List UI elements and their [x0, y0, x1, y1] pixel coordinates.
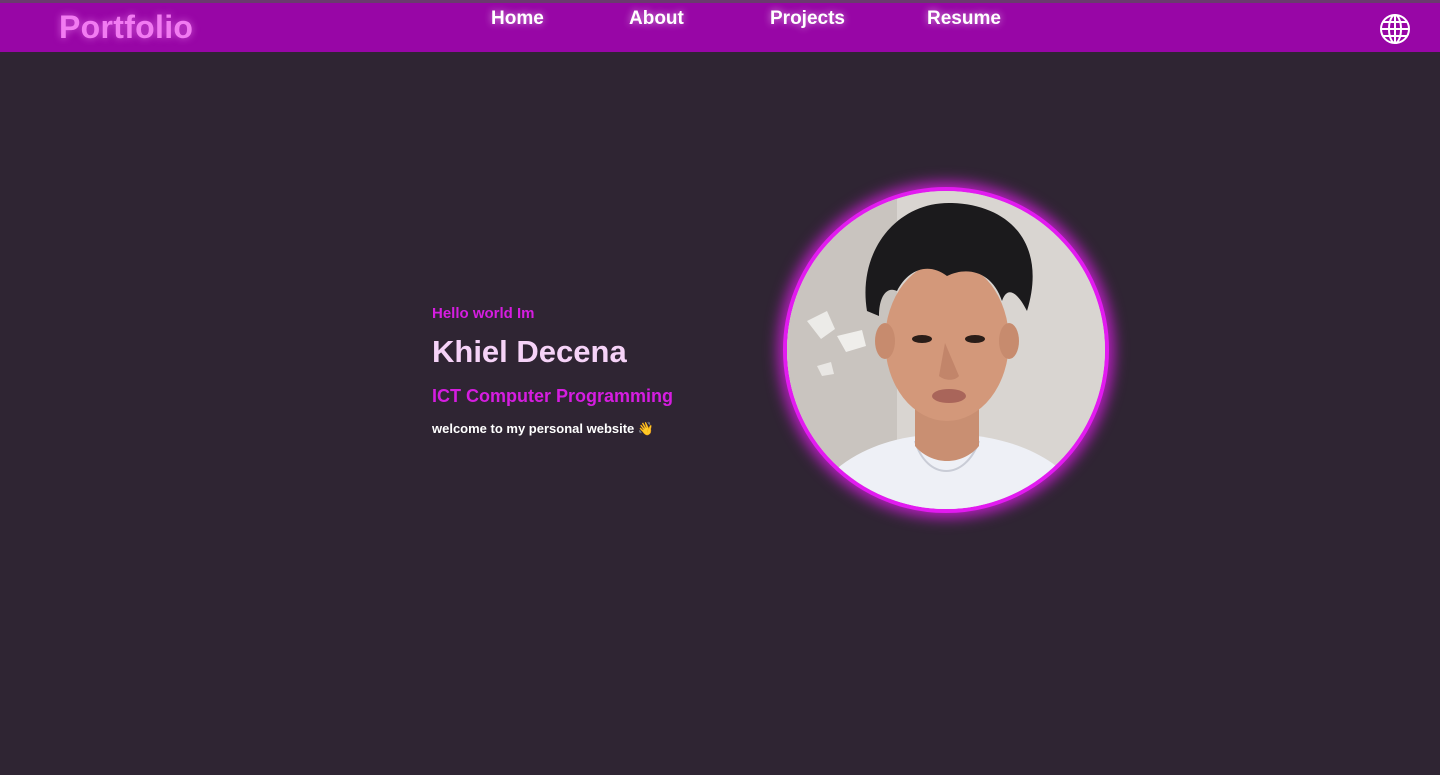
- hero-role: ICT Computer Programming: [432, 386, 674, 406]
- nav-link-home[interactable]: Home: [491, 8, 544, 30]
- hero-name: Khiel Decena: [432, 334, 627, 369]
- globe-icon[interactable]: [1379, 13, 1411, 45]
- nav-link-about[interactable]: About: [629, 8, 684, 30]
- navbar: Portfolio Home About Projects Resume: [0, 0, 1440, 52]
- welcome-text: welcome to my personal website 👋: [432, 421, 655, 436]
- profile-photo: [783, 187, 1109, 513]
- brand-logo[interactable]: Portfolio: [59, 9, 193, 46]
- nav-link-resume[interactable]: Resume: [927, 8, 1001, 30]
- hero-text: Hello world Im Khiel Decena ICT Computer…: [432, 305, 752, 437]
- nav-link-projects[interactable]: Projects: [770, 8, 845, 30]
- greeting-text: Hello world Im: [432, 305, 535, 322]
